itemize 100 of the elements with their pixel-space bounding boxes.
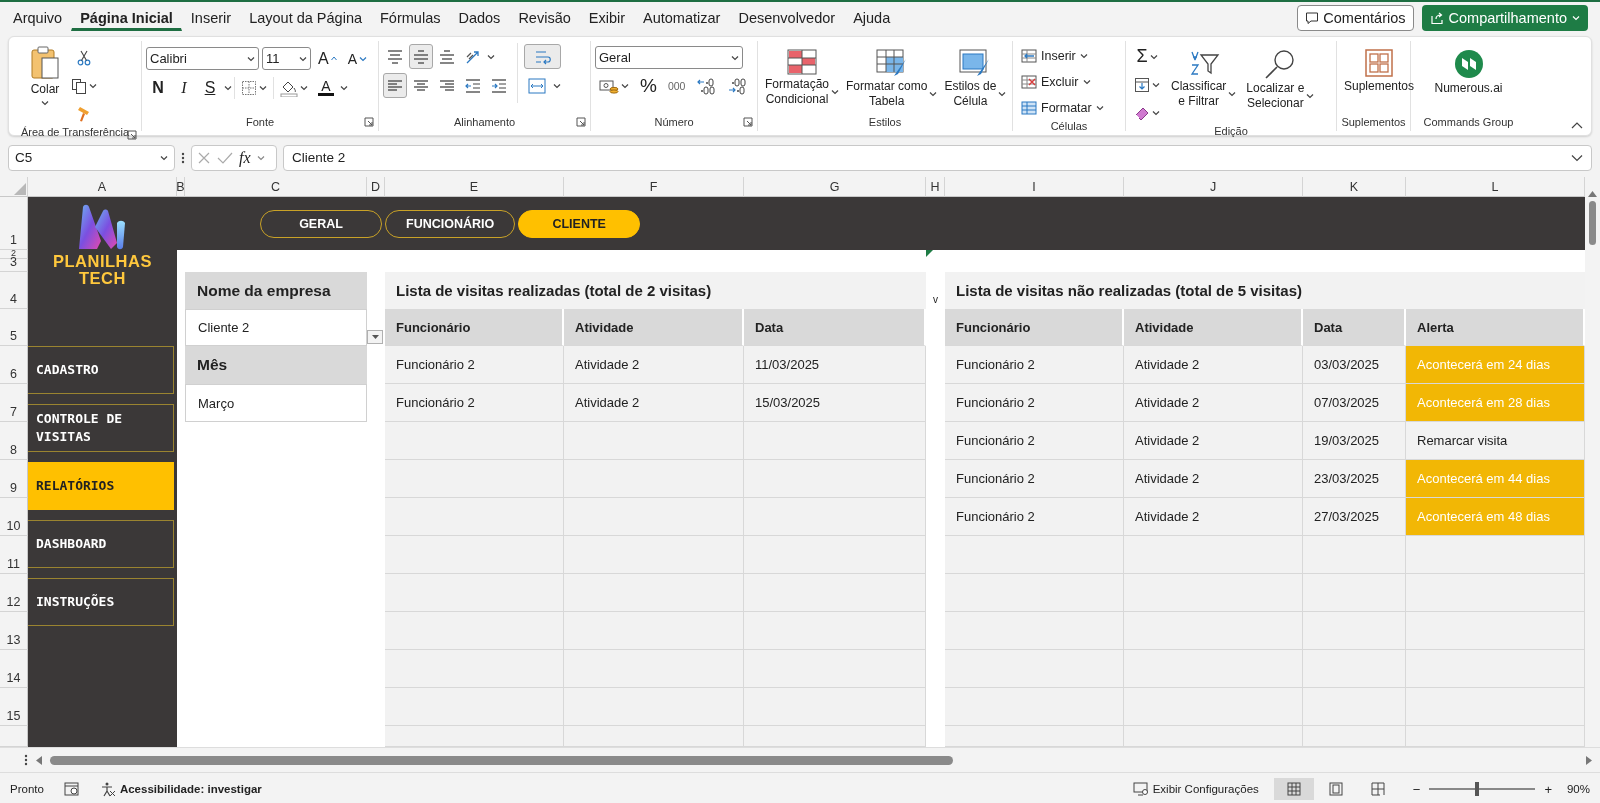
column-header[interactable]: D — [367, 177, 385, 197]
row-header[interactable]: 11 — [0, 536, 28, 574]
menu-tab[interactable]: Layout da Página — [240, 5, 371, 31]
zoom-out-button[interactable]: − — [1411, 780, 1422, 798]
nav-button[interactable]: RELATÓRIOS — [28, 462, 174, 510]
column-header[interactable]: F — [564, 177, 744, 197]
styles-button[interactable]: Formatar como Tabela — [843, 46, 941, 112]
row-header[interactable]: 8 — [0, 422, 28, 460]
launcher-icon — [576, 117, 586, 127]
grow-font-button[interactable]: A — [314, 46, 341, 71]
caret-icon — [621, 81, 629, 90]
view-button[interactable] — [1273, 778, 1314, 800]
menu-tab[interactable]: Arquivo — [4, 5, 72, 31]
month-field[interactable]: Março — [185, 384, 367, 422]
column-header[interactable]: J — [1124, 177, 1303, 197]
row-header[interactable]: 5 — [0, 309, 28, 346]
menu-tab[interactable]: Ajuda — [844, 5, 900, 31]
scroll-left-icon — [36, 755, 42, 765]
font-size-field[interactable]: 11 — [262, 47, 311, 70]
menu-tab[interactable]: Automatizar — [634, 5, 730, 31]
table-cell: 15/03/2025 — [744, 384, 926, 422]
display-settings-button[interactable]: Exibir Configurações — [1131, 781, 1260, 797]
row-header[interactable]: 12 — [0, 574, 28, 612]
more-icon — [24, 753, 28, 767]
column-heading: Funcionário — [385, 309, 564, 346]
company-field[interactable]: Cliente 2 — [185, 309, 367, 346]
number-format-field[interactable]: Geral — [595, 46, 743, 69]
row-header[interactable]: 14 — [0, 650, 28, 688]
menu-tab[interactable]: Exibir — [579, 5, 635, 31]
paste-button[interactable]: Colar — [27, 43, 63, 110]
table-cell: 11/03/2025 — [744, 346, 926, 384]
numerous-button[interactable]: Numerous.ai — [1431, 46, 1506, 99]
tab-button[interactable]: CLIENTE — [518, 209, 641, 238]
thousands-button[interactable]: 000 — [663, 73, 690, 98]
row-header[interactable]: 10 — [0, 498, 28, 536]
column-header[interactable]: A — [28, 177, 177, 197]
column-header[interactable]: H — [926, 177, 945, 197]
column-header[interactable]: I — [945, 177, 1124, 197]
cells-button[interactable]: Inserir — [1017, 44, 1108, 68]
styles-button[interactable]: Estilos de Célula — [941, 46, 1010, 112]
row-header[interactable]: 4 — [0, 272, 28, 309]
addins-button[interactable]: Suplementos — [1341, 46, 1418, 97]
insert-function-button[interactable]: fx — [239, 148, 251, 167]
shrink-font-button[interactable]: A — [343, 46, 371, 71]
share-button[interactable]: Compartilhamento — [1421, 5, 1588, 31]
autosum-button[interactable]: Σ — [1130, 44, 1164, 69]
zoom-slider-thumb[interactable] — [1475, 782, 1480, 796]
bold-button[interactable]: N — [146, 75, 170, 100]
column-header[interactable]: E — [385, 177, 564, 197]
nav-button[interactable]: DASHBOARD — [28, 520, 174, 568]
zoom-in-button[interactable]: + — [1543, 780, 1553, 798]
up-caret-icon — [330, 56, 337, 61]
table-cell: Atividade 2 — [1124, 498, 1303, 536]
caret-icon — [41, 99, 49, 107]
menu-tab[interactable]: Página Inicial — [71, 5, 182, 31]
scrollbar-thumb[interactable] — [1589, 201, 1596, 245]
nav-button[interactable]: CADASTRO — [28, 346, 174, 394]
accessibility-status[interactable]: Acessibilidade: investigar — [119, 783, 262, 795]
row-header[interactable]: 15 — [0, 688, 28, 726]
scrollbar-thumb[interactable] — [50, 755, 953, 765]
align-left-button[interactable] — [383, 73, 407, 98]
table-cell: Funcionário 2 — [385, 346, 564, 384]
row-header[interactable]: 7 — [0, 384, 28, 422]
group-label: Suplementos — [1341, 116, 1406, 128]
underline-button[interactable]: S — [198, 75, 222, 100]
dropdown-button[interactable] — [367, 330, 383, 344]
menu-tab[interactable]: Fórmulas — [371, 5, 450, 31]
italic-button[interactable]: I — [172, 75, 196, 100]
wrap-text-button[interactable] — [524, 44, 561, 69]
alert-cell: Acontecerá em 24 dias — [1406, 346, 1585, 384]
caret-icon — [1079, 52, 1088, 60]
row-header[interactable]: 3 — [0, 259, 28, 272]
editing-button[interactable]: Localizar e Selecionar — [1243, 46, 1318, 114]
row-header[interactable]: 9 — [0, 460, 28, 498]
editing-button[interactable]: Classificar e Filtrar — [1168, 46, 1240, 112]
menu-tab[interactable]: Revisão — [509, 5, 580, 31]
align-middle-button[interactable] — [409, 44, 433, 69]
column-header[interactable]: K — [1303, 177, 1406, 197]
row-header[interactable]: 13 — [0, 612, 28, 650]
styles-button[interactable]: Formatação Condicional — [762, 46, 843, 110]
menu-tab[interactable]: Dados — [449, 5, 510, 31]
row-header[interactable]: 1 — [0, 197, 28, 250]
group-label: Alinhamento — [453, 116, 516, 128]
column-header[interactable]: L — [1406, 177, 1585, 197]
nav-button[interactable]: INSTRUÇÕES — [28, 578, 174, 626]
row-header[interactable]: 6 — [0, 346, 28, 384]
menu-tab[interactable]: Desenvolvedor — [729, 5, 845, 31]
insert-cells-icon — [1021, 49, 1037, 63]
column-header[interactable]: G — [744, 177, 926, 197]
formula-field[interactable]: Cliente 2 — [283, 144, 1592, 171]
menu-tab[interactable]: Inserir — [181, 5, 241, 31]
cells-button[interactable]: Excluir — [1017, 70, 1108, 94]
name-box[interactable]: C5 — [8, 144, 175, 171]
nav-button[interactable]: CONTROLE DE VISITAS — [28, 404, 174, 452]
column-header[interactable]: C — [185, 177, 367, 197]
font-name-field[interactable]: Calibri — [146, 47, 259, 70]
comments-button[interactable]: Comentários — [1297, 5, 1414, 31]
percent-button[interactable]: % — [636, 73, 661, 98]
font-color-button[interactable]: A — [314, 75, 338, 100]
cells-button[interactable]: Formatar — [1017, 96, 1108, 120]
